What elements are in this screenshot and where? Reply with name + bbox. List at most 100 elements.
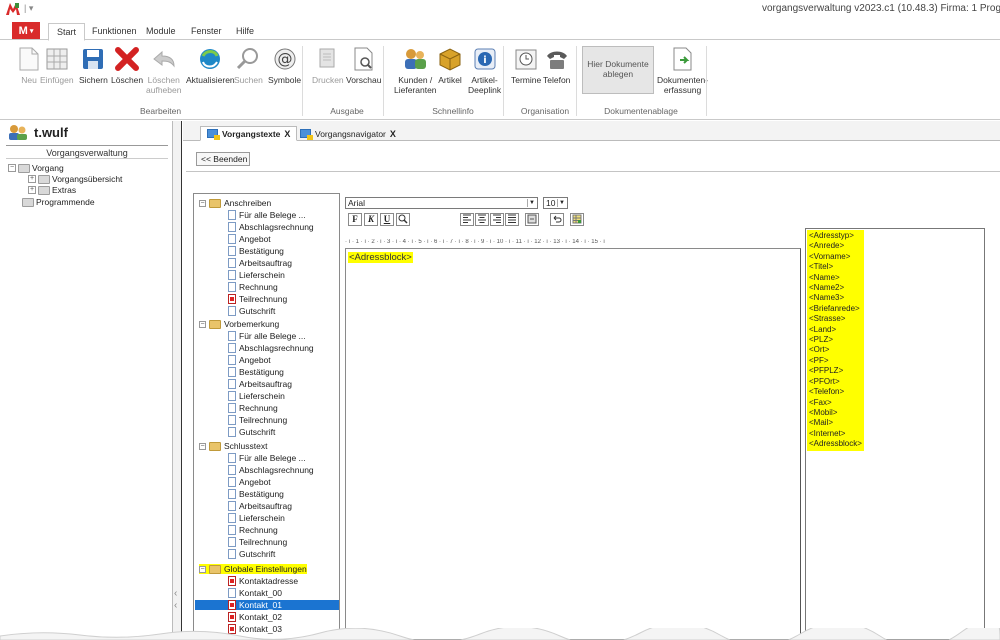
tree-item[interactable]: Für alle Belege ...: [228, 210, 306, 220]
vorschau-button[interactable]: Vorschau: [346, 46, 381, 85]
hier-dokumente-ablegen-dropzone[interactable]: Hier Dokumente ablegen: [582, 46, 654, 94]
neu-button[interactable]: Neu: [16, 46, 42, 85]
tree-item[interactable]: Teilrechnung: [228, 415, 287, 425]
expand-icon[interactable]: +: [28, 175, 36, 183]
undo-button[interactable]: [550, 213, 564, 226]
italic-button[interactable]: K: [364, 213, 378, 226]
underline-button[interactable]: U: [380, 213, 394, 226]
dokumentenerfassung-button[interactable]: Dokumenten- erfassung: [657, 46, 708, 95]
format-brush-button[interactable]: [396, 213, 410, 226]
tree-item[interactable]: Gutschrift: [228, 306, 275, 316]
artikel-button[interactable]: Artikel: [437, 46, 463, 85]
quick-access-toolbar[interactable]: | ▾: [24, 3, 33, 14]
tree-item[interactable]: Arbeitsauftrag: [228, 379, 292, 389]
placeholder-item[interactable]: <PLZ>: [809, 335, 862, 345]
nav-item-extras[interactable]: + Extras: [28, 185, 76, 195]
tree-item[interactable]: Angebot: [228, 355, 271, 365]
placeholder-item[interactable]: <Strasse>: [809, 314, 862, 324]
tree-item-selected[interactable]: Kontakt_01: [195, 600, 339, 610]
kunden-lieferanten-button[interactable]: Kunden / Lieferanten: [394, 46, 437, 95]
font-family-select[interactable]: Arial ▼: [345, 197, 538, 209]
chevron-down-icon[interactable]: ▼: [527, 199, 536, 207]
tree-folder-vorbemerkung[interactable]: − Vorbemerkung: [199, 319, 279, 329]
tree-item[interactable]: Rechnung: [228, 282, 278, 292]
align-right-button[interactable]: [490, 213, 504, 226]
nav-item-vorgang[interactable]: − Vorgang: [8, 163, 64, 173]
tree-item[interactable]: Bestätigung: [228, 246, 284, 256]
telefon-button[interactable]: Telefon: [543, 46, 570, 85]
tree-item[interactable]: Gutschrift: [228, 427, 275, 437]
placeholder-item[interactable]: <Adresstyp>: [809, 231, 862, 241]
bold-button[interactable]: F: [348, 213, 362, 226]
placeholder-item[interactable]: <Name3>: [809, 293, 862, 303]
tab-start[interactable]: Start: [48, 23, 86, 41]
placeholder-item[interactable]: <PFOrt>: [809, 377, 862, 387]
tree-item[interactable]: Kontakt_02: [228, 612, 282, 622]
collapse-arrow-icon[interactable]: ‹: [174, 600, 177, 611]
aktualisieren-button[interactable]: Aktualisieren: [186, 46, 235, 85]
tree-item[interactable]: Abschlagsrechnung: [228, 465, 314, 475]
tree-item[interactable]: Kontakt_00: [228, 588, 282, 598]
placeholder-item[interactable]: <Adressblock>: [809, 439, 862, 449]
tree-item[interactable]: Rechnung: [228, 525, 278, 535]
tab-hilfe[interactable]: Hilfe: [228, 23, 262, 41]
placeholder-item[interactable]: <Mobil>: [809, 408, 862, 418]
collapse-arrow-icon[interactable]: ‹: [174, 588, 177, 599]
tree-item[interactable]: Abschlagsrechnung: [228, 222, 314, 232]
tree-item[interactable]: Für alle Belege ...: [228, 453, 306, 463]
drucken-button[interactable]: Drucken: [312, 46, 344, 85]
app-logo-icon[interactable]: [6, 3, 20, 15]
application-menu-button[interactable]: M ▾: [12, 22, 40, 39]
placeholder-item[interactable]: <PF>: [809, 356, 862, 366]
collapse-icon[interactable]: −: [199, 442, 206, 450]
suchen-button[interactable]: Suchen: [234, 46, 263, 85]
placeholder-item[interactable]: <Briefanrede>: [809, 304, 862, 314]
tab-vorgangsnavigator[interactable]: Vorgangsnavigator X: [294, 126, 402, 141]
tree-item[interactable]: Teilrechnung: [228, 537, 287, 547]
loeschen-aufheben-button[interactable]: Löschen aufheben: [146, 46, 181, 95]
collapse-icon[interactable]: −: [199, 565, 206, 573]
text-tree[interactable]: − Anschreiben Für alle Belege ... Abschl…: [193, 193, 340, 640]
tree-item[interactable]: Lieferschein: [228, 391, 285, 401]
tree-folder-globale-einstellungen[interactable]: − Globale Einstellungen: [199, 564, 307, 574]
tree-item[interactable]: Gutschrift: [228, 549, 275, 559]
tree-item[interactable]: Rechnung: [228, 403, 278, 413]
panel-splitter[interactable]: [173, 121, 182, 640]
nav-item-programmende[interactable]: Programmende: [22, 197, 95, 207]
placeholder-item[interactable]: <Vorname>: [809, 252, 862, 262]
collapse-icon[interactable]: −: [199, 320, 206, 328]
insert-field-button[interactable]: [525, 213, 539, 226]
artikel-deeplink-button[interactable]: i Artikel- Deeplink: [468, 46, 501, 95]
tree-item[interactable]: Abschlagsrechnung: [228, 343, 314, 353]
close-tab-icon[interactable]: X: [284, 129, 290, 139]
termine-button[interactable]: Termine: [511, 46, 541, 85]
text-editor[interactable]: <Adressblock>: [345, 248, 801, 640]
tree-folder-anschreiben[interactable]: − Anschreiben: [199, 198, 271, 208]
symbole-button[interactable]: @ Symbole: [268, 46, 301, 85]
tab-funktionen[interactable]: Funktionen: [84, 23, 145, 41]
collapse-icon[interactable]: −: [8, 164, 16, 172]
tree-item[interactable]: Lieferschein: [228, 270, 285, 280]
placeholder-item[interactable]: <Fax>: [809, 398, 862, 408]
tree-item[interactable]: Kontaktadresse: [228, 576, 298, 586]
font-size-select[interactable]: 10 ▼: [543, 197, 568, 209]
align-justify-button[interactable]: [505, 213, 519, 226]
beenden-button[interactable]: << Beenden: [196, 152, 250, 166]
tab-module[interactable]: Module: [138, 23, 184, 41]
table-button[interactable]: [570, 213, 584, 226]
placeholder-item[interactable]: <Name>: [809, 273, 862, 283]
expand-icon[interactable]: +: [28, 186, 36, 194]
collapse-icon[interactable]: −: [199, 199, 206, 207]
placeholder-item[interactable]: <PFPLZ>: [809, 366, 862, 376]
tree-folder-schlusstext[interactable]: − Schlusstext: [199, 441, 267, 451]
placeholder-item[interactable]: <Mail>: [809, 418, 862, 428]
placeholder-item[interactable]: <Anrede>: [809, 241, 862, 251]
placeholder-item[interactable]: <Land>: [809, 325, 862, 335]
tree-item[interactable]: Für alle Belege ...: [228, 331, 306, 341]
tree-item[interactable]: Teilrechnung: [228, 294, 287, 304]
tab-fenster[interactable]: Fenster: [183, 23, 230, 41]
chevron-down-icon[interactable]: ▼: [557, 199, 566, 207]
tree-item[interactable]: Bestätigung: [228, 367, 284, 377]
align-left-button[interactable]: [460, 213, 474, 226]
sichern-button[interactable]: Sichern: [79, 46, 108, 85]
